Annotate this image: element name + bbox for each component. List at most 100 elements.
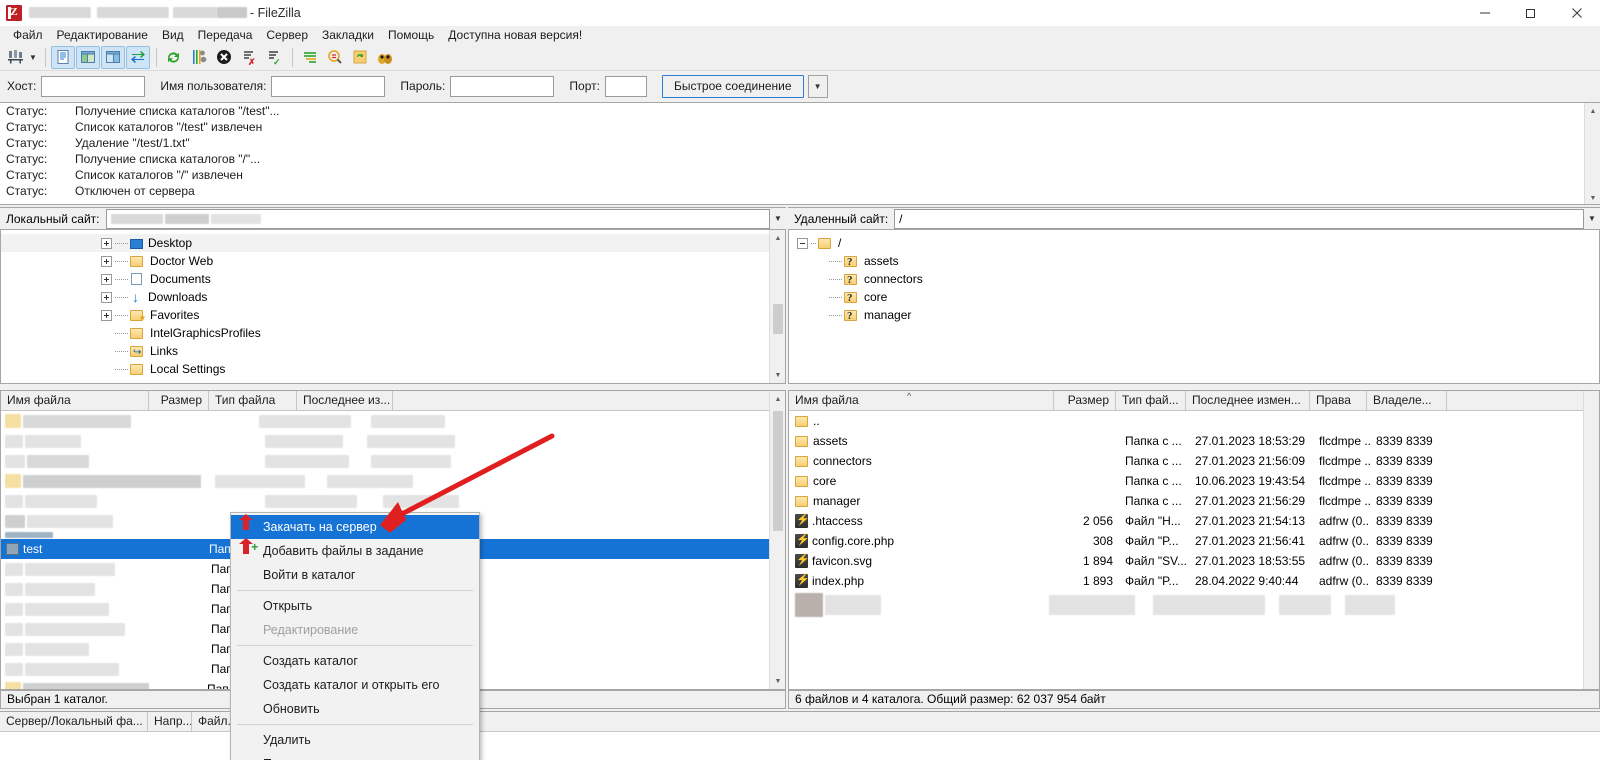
local-tree-item-doctor-web[interactable]: Doctor Web — [1, 252, 771, 270]
expand-icon[interactable] — [101, 291, 112, 303]
local-directory-tree[interactable]: Desktop Doctor Web Documents Downloads — [0, 229, 786, 384]
list-item[interactable] — [1, 411, 785, 431]
remote-tree-item-core[interactable]: core — [789, 288, 1599, 307]
chevron-down-icon[interactable]: ▼ — [807, 74, 828, 98]
list-item-redacted[interactable] — [789, 591, 1599, 619]
list-item[interactable] — [1, 491, 785, 511]
local-tree-item-desktop[interactable]: Desktop — [1, 234, 771, 252]
remote-file-list[interactable]: Имя файла ^ Размер Тип фай... Последнее … — [788, 390, 1600, 690]
compare-directories-icon[interactable] — [323, 46, 347, 69]
scroll-thumb[interactable] — [773, 304, 783, 334]
local-tree-item-local-settings[interactable]: Local Settings — [1, 360, 771, 378]
expand-icon[interactable] — [101, 273, 112, 285]
message-log-scrollbar[interactable]: ▲ ▼ — [1584, 103, 1600, 204]
list-item[interactable]: index.php 1 893 Файл "P... 28.04.2022 9:… — [789, 571, 1599, 591]
column-header-owner[interactable]: Владеле... — [1367, 391, 1447, 410]
scroll-down-icon[interactable]: ▼ — [1585, 190, 1600, 204]
list-item[interactable] — [1, 431, 785, 451]
scroll-down-icon[interactable]: ▼ — [770, 673, 785, 689]
column-header-filetype[interactable]: Тип файла — [209, 391, 297, 410]
list-item[interactable]: connectors Папка с ... 27.01.2023 21:56:… — [789, 451, 1599, 471]
list-item[interactable]: config.core.php 308 Файл "P... 27.01.202… — [789, 531, 1599, 551]
context-menu-item-upload[interactable]: Закачать на сервер — [231, 514, 479, 539]
port-input[interactable] — [604, 75, 647, 97]
column-header-permissions[interactable]: Права — [1310, 391, 1367, 410]
minimize-icon[interactable] — [1462, 0, 1508, 26]
context-menu-item-delete[interactable]: Удалить — [231, 728, 479, 752]
password-input[interactable] — [450, 75, 555, 97]
username-input[interactable] — [271, 75, 386, 97]
local-tree-item-documents[interactable]: Documents — [1, 270, 771, 288]
collapse-icon[interactable] — [797, 237, 808, 249]
toggle-remote-tree-icon[interactable] — [100, 45, 125, 69]
list-item[interactable]: core Папка с ... 10.06.2023 19:43:54 flc… — [789, 471, 1599, 491]
menu-server[interactable]: Сервер — [259, 26, 315, 44]
column-header-filetype[interactable]: Тип фай... — [1116, 391, 1186, 410]
context-menu-item-add-to-queue[interactable]: + Добавить файлы в задание — [231, 538, 479, 563]
scroll-up-icon[interactable]: ▲ — [1585, 103, 1600, 119]
menu-bookmarks[interactable]: Закладки — [315, 26, 381, 44]
reconnect-icon[interactable]: ✓ — [262, 46, 286, 69]
remote-tree-item-assets[interactable]: assets — [789, 252, 1599, 271]
queue-column-direction[interactable]: Напр... — [148, 712, 192, 731]
process-queue-icon[interactable] — [187, 46, 211, 69]
remote-tree-item-root[interactable]: / — [789, 234, 1599, 252]
site-manager-icon[interactable] — [4, 46, 28, 69]
menu-new-version-available[interactable]: Доступна новая версия! — [441, 26, 589, 44]
context-menu-item-rename[interactable]: Переименовать — [231, 752, 479, 760]
context-menu-item-create-directory[interactable]: Создать каталог — [231, 649, 479, 673]
menu-transfer[interactable]: Передача — [191, 26, 260, 44]
expand-icon[interactable] — [101, 237, 112, 249]
menu-edit[interactable]: Редактирование — [50, 26, 155, 44]
list-item[interactable]: assets Папка с ... 27.01.2023 18:53:29 f… — [789, 431, 1599, 451]
local-tree-item-favorites[interactable]: Favorites — [1, 306, 771, 327]
local-tree-item-downloads[interactable]: Downloads — [1, 288, 771, 306]
remote-directory-tree[interactable]: / assets connectors core manager — [788, 229, 1600, 384]
disconnect-icon[interactable]: ✗ — [237, 46, 261, 69]
list-item[interactable] — [1, 471, 785, 491]
local-site-dropdown-icon[interactable]: ▼ — [770, 214, 786, 223]
list-item[interactable] — [1, 451, 785, 471]
remote-site-dropdown-icon[interactable]: ▼ — [1584, 214, 1600, 223]
scroll-thumb[interactable] — [773, 411, 783, 531]
local-list-scrollbar[interactable]: ▲ ▼ — [769, 391, 785, 689]
scroll-up-icon[interactable]: ▲ — [770, 391, 785, 407]
list-item[interactable]: manager Папка с ... 27.01.2023 21:56:29 … — [789, 491, 1599, 511]
local-tree-item-intelgraphicsprofiles[interactable]: IntelGraphicsProfiles — [1, 324, 771, 342]
remote-tree-item-manager[interactable]: manager — [789, 306, 1599, 325]
toggle-message-log-icon[interactable] — [50, 45, 75, 69]
quickconnect-button[interactable]: Быстрое соединение — [661, 74, 804, 98]
menu-file[interactable]: Файл — [6, 26, 50, 44]
local-tree-item-links[interactable]: Links — [1, 342, 771, 362]
menu-view[interactable]: Вид — [155, 26, 191, 44]
expand-icon[interactable] — [101, 255, 112, 267]
column-header-modified[interactable]: Последнее измен... — [1186, 391, 1310, 410]
local-site-path-input[interactable] — [105, 208, 770, 229]
column-header-modified[interactable]: Последнее из... — [297, 391, 393, 410]
context-menu-item-create-and-enter-directory[interactable]: Создать каталог и открыть его — [231, 673, 479, 697]
remote-site-path-input[interactable]: / — [894, 208, 1584, 229]
remote-tree-item-connectors[interactable]: connectors — [789, 270, 1599, 289]
refresh-icon[interactable] — [162, 46, 186, 69]
column-header-filename[interactable]: Имя файла ^ — [1, 391, 149, 410]
host-input[interactable] — [41, 75, 146, 97]
site-manager-dropdown-icon[interactable]: ▼ — [29, 53, 37, 62]
filter-icon[interactable] — [298, 46, 322, 69]
find-files-icon[interactable] — [373, 46, 397, 69]
context-menu-item-refresh[interactable]: Обновить — [231, 697, 479, 721]
synchronized-browsing-icon[interactable] — [348, 46, 372, 69]
column-header-size[interactable]: Размер — [149, 391, 209, 410]
toggle-local-tree-icon[interactable] — [75, 45, 100, 69]
expand-icon[interactable] — [101, 309, 112, 321]
column-header-size[interactable]: Размер — [1054, 391, 1116, 410]
scroll-up-icon[interactable]: ▲ — [770, 230, 785, 246]
list-item[interactable]: favicon.svg 1 894 Файл "SV... 27.01.2023… — [789, 551, 1599, 571]
list-item[interactable]: .htaccess 2 056 Файл "H... 27.01.2023 21… — [789, 511, 1599, 531]
local-tree-scrollbar[interactable]: ▲ ▼ — [769, 230, 785, 383]
toggle-transfer-queue-icon[interactable] — [125, 45, 150, 69]
maximize-icon[interactable] — [1508, 0, 1554, 26]
scroll-down-icon[interactable]: ▼ — [770, 367, 785, 383]
close-icon[interactable] — [1554, 0, 1600, 26]
context-menu-item-enter-directory[interactable]: Войти в каталог — [231, 563, 479, 587]
cancel-operation-icon[interactable] — [212, 46, 236, 69]
